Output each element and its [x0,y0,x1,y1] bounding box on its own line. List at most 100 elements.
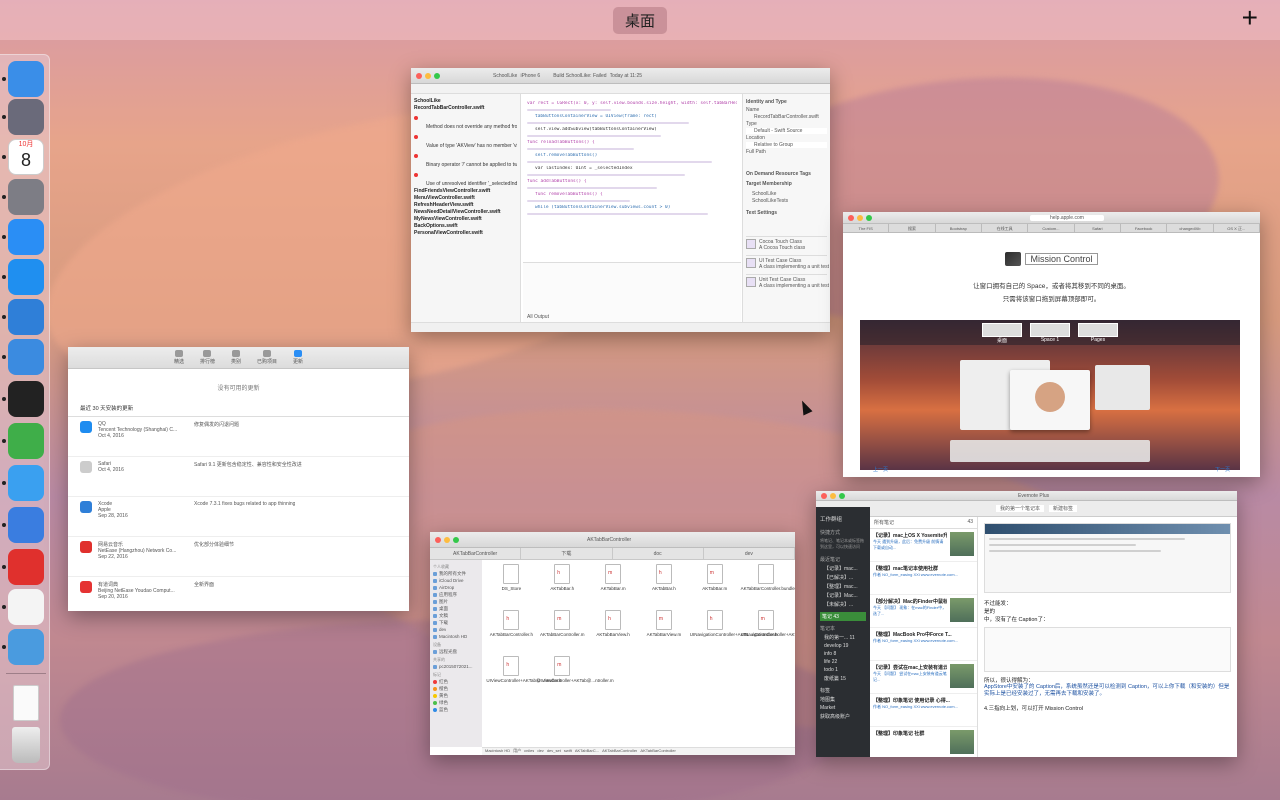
note-list-item[interactable]: 【整理】MacBook Pro中Force T... 作者 NO_form_eas… [870,628,977,661]
zoom-button[interactable] [434,72,440,79]
close-button[interactable] [848,214,854,221]
navigator-item[interactable]: MenuViewController.swift [414,195,517,201]
browser-tab[interactable]: 搜索 [889,224,936,232]
navigator-item[interactable]: Binary operator '/' cannot be applied to… [414,162,517,168]
sidebar-item[interactable]: Macintosh HD [433,633,479,640]
browser-tab[interactable]: Custom... [1028,224,1075,232]
sidebar-item[interactable]: AirDrop [433,584,479,591]
sidebar-item[interactable]: 远程光盘 [433,648,479,655]
contacts-icon[interactable] [8,507,44,543]
app-store-icon[interactable] [8,219,44,255]
file-item[interactable]: m AKTabBarController.m [537,610,588,656]
sidebar-item[interactable]: iCloud Drive [433,577,479,584]
file-item[interactable]: h AKTabBarView.h [588,610,639,656]
xcode-window[interactable]: SchoolLike iPhone 6 Build SchoolLike: Fa… [411,68,830,332]
atlas-item[interactable]: 地图集 [820,696,866,703]
tab-0[interactable]: 精选 [174,350,184,365]
update-row[interactable]: 有道词典 Beijing NetEase Youdao Comput... Sep … [68,577,409,611]
address-bar[interactable]: help.apple.com [1030,214,1104,221]
sidebar-item[interactable]: 红色 [433,678,479,685]
file-item[interactable]: m AKTabBar.m [689,564,740,610]
notebook-item[interactable]: develop 19 [820,643,866,649]
navigator-item[interactable]: PersonalViewController.swift [414,230,517,236]
sidebar-item[interactable]: 图片 [433,598,479,605]
browser-tab[interactable]: Safari [1075,224,1121,232]
minimize-button[interactable] [425,72,431,79]
sidebar-item[interactable]: dev [433,626,479,633]
safari-icon[interactable] [8,259,44,295]
path-component[interactable]: swift [564,748,572,755]
target-checkbox[interactable]: SchoolLike [746,191,827,197]
market-item[interactable]: Market [820,705,866,711]
file-item[interactable]: m AKTabBarView.m [638,610,689,656]
tab-1[interactable]: 排行榜 [200,350,215,365]
file-item[interactable]: m UINavigationController+AKTa...ntroller.… [740,610,795,656]
file-item[interactable]: m AKTabBar.m [588,564,639,610]
path-component[interactable]: 用户 [513,748,521,755]
navigator-item[interactable]: RefreshHeaderView.swift [414,202,517,208]
finder-tab[interactable]: AKTabBarController [430,548,522,559]
pencil-icon[interactable] [8,465,44,501]
path-component[interactable]: AKTabBarC... [575,748,599,755]
tab-2[interactable]: 类别 [231,350,241,365]
browser-tab[interactable]: Facebook [1121,224,1168,232]
notes-item[interactable]: 笔记 43 [820,612,866,621]
notebook-item[interactable]: info 8 [820,651,866,657]
file-item[interactable]: h AKTabBar.h [537,564,588,610]
tab-3[interactable]: 已购项目 [257,350,277,365]
update-row[interactable]: QQ Tencent Technology (Shanghai) C... Oct … [68,417,409,457]
safari-window[interactable]: help.apple.com The FIS 搜索 Bootstrap 在线工具 Cus… [843,212,1260,477]
terminal-icon[interactable] [8,381,44,417]
finder-tab[interactable]: 下载 [521,548,613,559]
finder-window[interactable]: AKTabBarController AKTabBarController 下载 d… [430,532,795,755]
file-item[interactable]: AKTabBarController.bundle [740,564,795,610]
sidebar-item[interactable]: 下载 [433,619,479,626]
minimize-button[interactable] [830,492,836,499]
app-store-window[interactable]: 精选 排行榜 类别 已购项目 更新 没有可用的更新 最近 30 天安装的更新 QQ Ten… [68,347,409,611]
recent-note-item[interactable]: 【记录】mac... [820,565,866,572]
xcode-icon[interactable] [8,299,44,335]
evernote-window[interactable]: Evernote Plus 我的第一个笔记本 新建标签 工作群组 快捷方式 将笔记、… [816,491,1237,757]
close-button[interactable] [416,72,422,79]
note-list-item[interactable]: 【整理】印象笔记 社群 [870,727,977,757]
navigator-item[interactable]: NewsNeedDetailViewController.swift [414,209,517,215]
simulator-icon[interactable] [8,339,44,375]
output-label[interactable]: All Output [527,314,549,320]
path-component[interactable]: AKTabBarController [640,748,675,755]
path-component[interactable]: cniles [524,748,534,755]
navigator-item[interactable]: Use of unresolved identifier '_selectedI… [414,181,517,187]
browser-tab[interactable]: changedXib [1167,224,1214,232]
notebook-item[interactable]: 我的第一... 11 [820,634,866,641]
library-item[interactable]: UI Test Case Class A class implementing a… [746,255,829,270]
recent-note-item[interactable]: 【未解决】... [820,601,866,608]
finder-tab[interactable]: doc [613,548,704,559]
note-list-item[interactable]: 【部分解决】Mac的Finder中鼠标... 今天 【问题】 现象：在mac的Fi… [870,595,977,628]
notebook-selector[interactable]: 我的第一个笔记本 [996,505,1045,512]
notebooks-title[interactable]: 笔记本 [820,625,866,632]
close-button[interactable] [821,492,827,499]
minimize-button[interactable] [857,214,863,221]
file-item[interactable]: h AKTabBar.h [638,564,689,610]
add-space-button[interactable]: + [1242,4,1258,32]
minimize-button[interactable] [444,536,450,543]
browser-tab[interactable]: 在线工具 [982,224,1029,232]
qq-icon[interactable] [8,589,44,625]
notebook-item[interactable]: 废纸篓 15 [820,675,866,682]
update-row[interactable]: 网易云音乐 NetEase (Hangzhou) Network Co... Sep… [68,537,409,577]
zoom-button[interactable] [453,536,459,543]
sidebar-item[interactable]: 蓝色 [433,706,479,713]
navigator-item[interactable]: Value of type 'AKView' has no member 'vi… [414,143,517,149]
bird-app-icon[interactable] [8,629,44,665]
path-component[interactable]: dev_set [547,748,561,755]
evernote-icon[interactable] [8,423,44,459]
upgrade-button[interactable]: 获取高级账户 [820,713,866,720]
file-item[interactable]: m UIViewController+AKTab@...ntroller.m [537,656,614,702]
netease-music-icon[interactable] [8,549,44,585]
navigator-item[interactable]: BackOptions.swift [414,223,517,229]
sidebar-item[interactable]: 绿色 [433,699,479,706]
update-row[interactable]: Xcode Apple Sep 28, 2016 Xcode 7.3.1 fixes … [68,497,409,537]
recent-note-item[interactable]: 【记录】Mac... [820,592,866,599]
device-label[interactable]: iPhone 6 [520,73,540,79]
browser-tab[interactable]: Bootstrap [936,224,982,232]
zoom-button[interactable] [866,214,872,221]
